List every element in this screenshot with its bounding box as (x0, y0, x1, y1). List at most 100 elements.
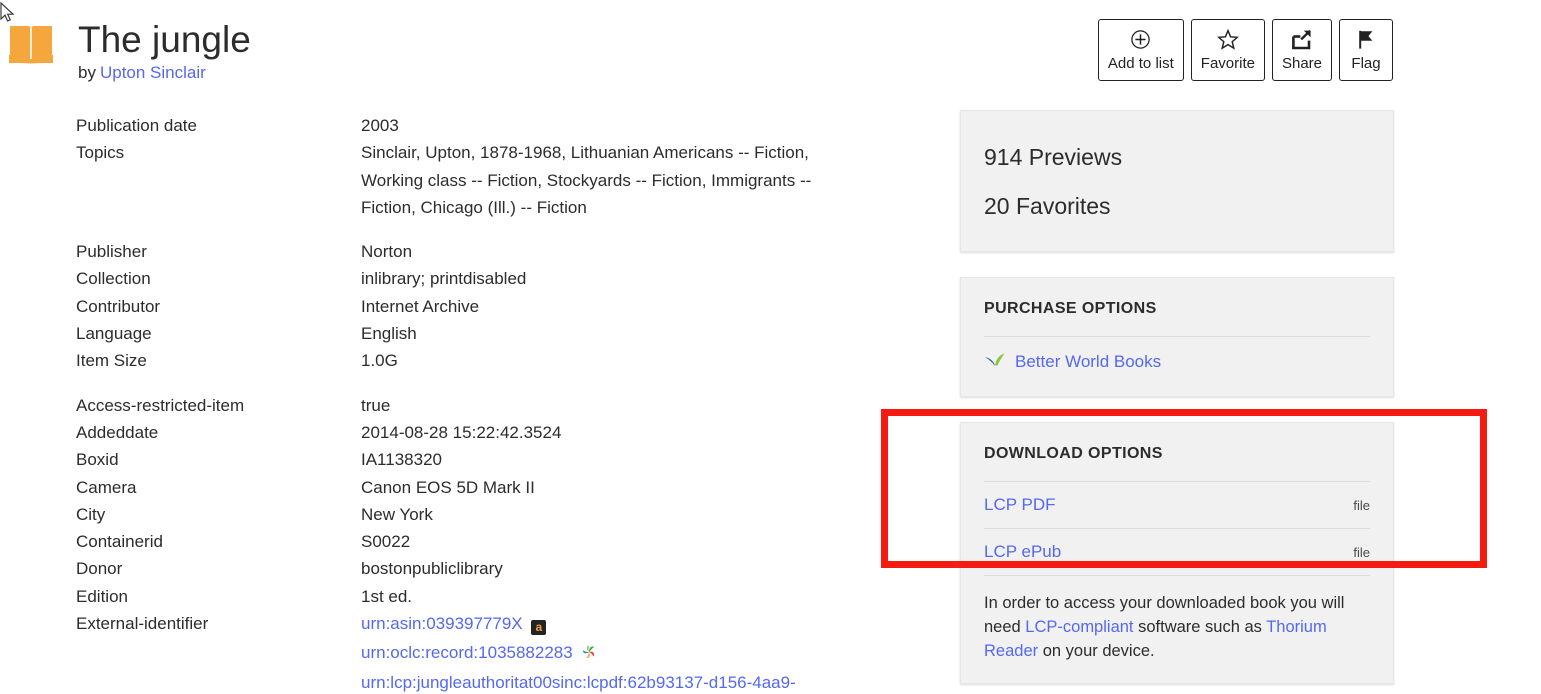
add-to-list-button[interactable]: Add to list (1097, 19, 1184, 81)
plus-circle-icon (1130, 28, 1151, 52)
metadata-value-edition: 1st ed. (361, 586, 413, 606)
share-button[interactable]: Share (1271, 19, 1332, 81)
metadata-row: Item Size 1.0G (76, 347, 916, 374)
metadata-value-addeddate: 2014-08-28 15:22:42.3524 (361, 422, 562, 442)
metadata-row: Camera Canon EOS 5D Mark II (76, 474, 916, 501)
mouse-cursor (0, 1, 16, 24)
favorite-button[interactable]: Favorite (1190, 19, 1265, 81)
byline-prefix: by (78, 63, 96, 82)
metadata-label: Camera (76, 477, 137, 497)
lcp-epub-link[interactable]: LCP ePub (984, 542, 1061, 562)
action-toolbar: Add to list Favorite Share Flag (1097, 19, 1393, 81)
metadata-label: Containerid (76, 532, 163, 552)
metadata-value-city: New York (361, 504, 433, 524)
metadata-value-collection[interactable]: inlibrary; printdisabled (361, 265, 916, 292)
metadata-label: Addeddate (76, 422, 159, 442)
metadata-row: Topics Sinclair, Upton, 1878-1968, Lithu… (76, 139, 916, 221)
flag-icon (1356, 28, 1376, 52)
metadata-row: Contributor Internet Archive (76, 293, 916, 320)
add-to-list-label: Add to list (1107, 54, 1174, 72)
metadata-group-publication: Publisher Norton Collection inlibrary; p… (76, 238, 916, 374)
metadata-label: Contributor (76, 296, 161, 316)
metadata-row: City New York (76, 501, 916, 528)
metadata-label: Item Size (76, 351, 147, 371)
metadata-row: Language English (76, 320, 916, 347)
flag-label: Flag (1351, 54, 1381, 72)
metadata-label: Boxid (76, 450, 119, 470)
stats-panel: 914 Previews 20 Favorites (960, 110, 1394, 252)
item-details-page: The jungle by Upton Sinclair Add to list … (0, 0, 1541, 694)
metadata-value-boxid: IA1138320 (361, 450, 442, 470)
asin-link[interactable]: urn:asin:039397779X (361, 614, 523, 633)
lcp-urn-link[interactable]: urn:lcp:jungleauthoritat00sinc:lcpdf:62b… (361, 669, 831, 694)
metadata-label: Collection (76, 269, 151, 289)
lcp-epub-kind: file (1353, 545, 1370, 560)
metadata-row-external-identifier: External-identifier urn:asin:039397779X … (76, 610, 916, 694)
lcp-note-part3: on your device. (1038, 642, 1155, 660)
page-title: The jungle (78, 19, 251, 60)
metadata-label: Language (76, 324, 152, 344)
metadata-label: Edition (76, 586, 128, 606)
better-world-books-leaf-icon (984, 350, 1006, 374)
metadata-value-containerid: S0022 (361, 532, 411, 552)
metadata-value-contributor[interactable]: Internet Archive (361, 293, 916, 320)
amazon-icon: a (531, 612, 547, 639)
metadata-value-camera: Canon EOS 5D Mark II (361, 477, 535, 497)
oclc-icon (581, 641, 597, 668)
metadata-row: Containerid S0022 (76, 528, 916, 555)
external-identifier-values: urn:asin:039397779X a urn:oclc:record:10… (361, 610, 831, 694)
download-options-heading: DOWNLOAD OPTIONS (984, 445, 1163, 462)
metadata-label: External-identifier (76, 614, 209, 634)
share-icon (1291, 28, 1312, 52)
lcp-pdf-link[interactable]: LCP PDF (984, 495, 1056, 515)
metadata-row: Publication date 2003 (76, 112, 916, 139)
metadata-value-language[interactable]: English (361, 320, 916, 347)
metadata-value-access-restricted-item: true (361, 395, 391, 415)
previews-count: 914 Previews (984, 144, 1123, 170)
metadata-list: Publication date 2003 Topics Sinclair, U… (76, 112, 916, 694)
sidebar: 914 Previews 20 Favorites PURCHASE OPTIO… (960, 110, 1394, 694)
byline: by Upton Sinclair (78, 62, 206, 84)
lcp-compliant-link[interactable]: LCP-compliant (1025, 618, 1133, 636)
lcp-note-part2: software such as (1133, 618, 1267, 636)
metadata-value-donor[interactable]: bostonpubliclibrary (361, 555, 916, 582)
metadata-value-publication-date[interactable]: 2003 (361, 112, 916, 139)
metadata-row: Collection inlibrary; printdisabled (76, 265, 916, 292)
metadata-label: Publisher (76, 242, 147, 262)
favorite-label: Favorite (1200, 54, 1255, 72)
metadata-row: Access-restricted-item true (76, 392, 916, 419)
purchase-options-heading: PURCHASE OPTIONS (984, 300, 1157, 317)
metadata-value-topics[interactable]: Sinclair, Upton, 1878-1968, Lithuanian A… (361, 139, 831, 221)
metadata-label: Donor (76, 559, 123, 579)
metadata-row: Publisher Norton (76, 238, 916, 265)
lcp-note: In order to access your downloaded book … (984, 589, 1370, 663)
metadata-label: Access-restricted-item (76, 395, 245, 415)
author-link[interactable]: Upton Sinclair (100, 63, 206, 82)
open-book-icon (8, 22, 54, 66)
metadata-value-publisher: Norton (361, 242, 413, 262)
purchase-option-row[interactable]: Better World Books (984, 350, 1370, 376)
divider (984, 336, 1370, 337)
metadata-label: Publication date (76, 116, 197, 135)
download-row-lcp-epub[interactable]: LCP ePub file (984, 542, 1370, 576)
metadata-value-item-size: 1.0G (361, 351, 398, 371)
star-icon (1216, 28, 1239, 52)
metadata-row: Edition 1st ed. (76, 583, 916, 610)
oclc-link[interactable]: urn:oclc:record:1035882283 (361, 643, 573, 662)
share-label: Share (1281, 54, 1322, 72)
flag-button[interactable]: Flag (1339, 19, 1393, 81)
favorites-count: 20 Favorites (984, 193, 1111, 219)
download-row-lcp-pdf[interactable]: LCP PDF file (984, 495, 1370, 529)
metadata-row: Donor bostonpubliclibrary (76, 555, 916, 582)
metadata-row: Addeddate 2014-08-28 15:22:42.3524 (76, 419, 916, 446)
external-identifier-entry: urn:asin:039397779X a (361, 610, 831, 639)
better-world-books-link[interactable]: Better World Books (1015, 350, 1161, 374)
metadata-group-primary: Publication date 2003 Topics Sinclair, U… (76, 112, 916, 221)
metadata-label: Topics (76, 143, 125, 163)
metadata-label: City (76, 504, 106, 524)
purchase-options-panel: PURCHASE OPTIONS Better World Books (960, 277, 1394, 397)
external-identifier-entry: urn:oclc:record:1035882283 (361, 639, 831, 668)
lcp-pdf-kind: file (1353, 498, 1370, 513)
divider (984, 481, 1370, 482)
metadata-row: Boxid IA1138320 (76, 446, 916, 473)
